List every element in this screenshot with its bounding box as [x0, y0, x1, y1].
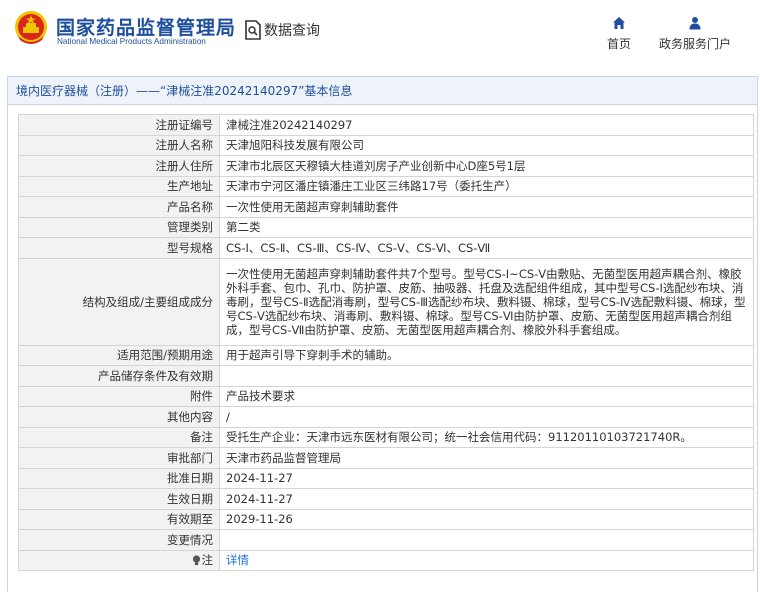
table-row: 型号规格 CS-Ⅰ、CS-Ⅱ、CS-Ⅲ、CS-Ⅳ、CS-Ⅴ、CS-Ⅵ、CS-Ⅶ	[18, 237, 754, 259]
panel-title-rest: ——“津械注准20242140297”基本信息	[136, 84, 353, 98]
home-icon	[613, 17, 625, 29]
table-row: 变更情况	[18, 529, 754, 551]
field-label: 注册人名称	[18, 134, 220, 156]
table-row: 产品储存条件及有效期	[18, 365, 754, 387]
table-row: 备注 受托生产企业：天津市远东医材有限公司；统一社会信用代码：9112011010…	[18, 426, 754, 448]
table-row: 注 详情	[18, 549, 754, 571]
table-row: 产品名称 一次性使用无菌超声穿刺辅助套件	[18, 196, 754, 218]
field-value: 受托生产企业：天津市远东医材有限公司；统一社会信用代码：911201101037…	[219, 426, 754, 448]
field-value: 天津市药品监督管理局	[219, 447, 754, 469]
field-value: CS-Ⅰ、CS-Ⅱ、CS-Ⅲ、CS-Ⅳ、CS-Ⅴ、CS-Ⅵ、CS-Ⅶ	[219, 237, 754, 259]
field-label: 其他内容	[18, 406, 220, 428]
table-row: 附件 产品技术要求	[18, 385, 754, 407]
table-row: 其他内容 /	[18, 406, 754, 428]
field-value: 津械注准20242140297	[219, 114, 754, 136]
details-link[interactable]: 详情	[226, 553, 249, 567]
note-value-cell: 详情	[219, 549, 754, 571]
field-label: 注册证编号	[18, 114, 220, 136]
national-emblem-icon	[15, 11, 47, 44]
field-label: 型号规格	[18, 237, 220, 259]
field-label: 注册人住所	[18, 155, 220, 177]
field-label: 变更情况	[18, 529, 220, 551]
field-value: 一次性使用无菌超声穿刺辅助套件	[219, 196, 754, 218]
field-value: 一次性使用无菌超声穿刺辅助套件共7个型号。型号CS-Ⅰ~CS-Ⅴ由敷贴、无菌型医…	[219, 257, 754, 346]
lightbulb-icon	[192, 555, 200, 566]
field-value: 2024-11-27	[219, 488, 754, 510]
field-value: 2029-11-26	[219, 508, 754, 530]
field-value: 2024-11-27	[219, 467, 754, 489]
table-row: 有效期至 2029-11-26	[18, 508, 754, 530]
nav-home-label: 首页	[606, 37, 631, 51]
nav-gov-label: 政务服务门户	[658, 37, 731, 51]
field-label: 批准日期	[18, 467, 220, 489]
field-value: 用于超声引导下穿刺手术的辅助。	[219, 344, 754, 366]
table-row: 注册证编号 津械注准20242140297	[18, 114, 754, 136]
field-label: 结构及组成/主要组成成分	[18, 257, 220, 346]
field-label: 生产地址	[18, 175, 220, 197]
field-label: 生效日期	[18, 488, 220, 510]
field-label: 审批部门	[18, 447, 220, 469]
field-label: 管理类别	[18, 216, 220, 238]
field-label: 产品储存条件及有效期	[18, 365, 220, 387]
site-header: 国家药品监督管理局 National Medical Products Admi…	[0, 0, 760, 66]
field-value: 天津旭阳科技发展有限公司	[219, 134, 754, 156]
table-row: 生产地址 天津市宁河区潘庄镇潘庄工业区三纬路17号（委托生产）	[18, 175, 754, 197]
field-value: /	[219, 406, 754, 428]
site-title[interactable]: 国家药品监督管理局	[56, 13, 236, 40]
table-row: 批准日期 2024-11-27	[18, 467, 754, 489]
nav-home[interactable]: 首页	[603, 16, 635, 52]
field-label: 适用范围/预期用途	[18, 344, 220, 366]
table-row: 注册人住所 天津市北辰区天穆镇大桂道刘房子产业创新中心D座5号1层	[18, 155, 754, 177]
panel-title: 境内医疗器械（注册）——“津械注准20242140297”基本信息	[16, 82, 352, 99]
field-value	[219, 365, 754, 387]
table-row: 结构及组成/主要组成成分 一次性使用无菌超声穿刺辅助套件共7个型号。型号CS-Ⅰ~…	[18, 257, 754, 346]
field-value: 第二类	[219, 216, 754, 238]
person-icon	[689, 17, 701, 30]
table-row: 注册人名称 天津旭阳科技发展有限公司	[18, 134, 754, 156]
field-value: 天津市宁河区潘庄镇潘庄工业区三纬路17号（委托生产）	[219, 175, 754, 197]
field-label: 注	[201, 553, 214, 568]
registration-info-table: 注册证编号 津械注准20242140297 注册人名称 天津旭阳科技发展有限公司 注…	[18, 114, 754, 571]
field-value: 天津市北辰区天穆镇大桂道刘房子产业创新中心D座5号1层	[219, 155, 754, 177]
field-value: 产品技术要求	[219, 385, 754, 407]
nav-gov-service-portal[interactable]: 政务服务门户	[655, 16, 735, 52]
panel-header: 境内医疗器械（注册）——“津械注准20242140297”基本信息	[8, 77, 757, 105]
field-label: 有效期至	[18, 508, 220, 530]
table-row: 适用范围/预期用途 用于超声引导下穿刺手术的辅助。	[18, 344, 754, 366]
table-row: 管理类别 第二类	[18, 216, 754, 238]
field-label: 备注	[18, 426, 220, 448]
site-subtitle: National Medical Products Administration	[57, 37, 206, 46]
table-row: 生效日期 2024-11-27	[18, 488, 754, 510]
data-query-title[interactable]: 数据查询	[264, 20, 320, 40]
field-label: 附件	[18, 385, 220, 407]
note-label-cell: 注	[18, 549, 220, 571]
breadcrumb-link[interactable]: 境内医疗器械（注册）	[16, 84, 136, 98]
field-value	[219, 529, 754, 551]
table-row: 审批部门 天津市药品监督管理局	[18, 447, 754, 469]
data-query-icon	[245, 20, 261, 40]
detail-panel: 境内医疗器械（注册）——“津械注准20242140297”基本信息 注册证编号津…	[7, 76, 758, 592]
field-label: 产品名称	[18, 196, 220, 218]
